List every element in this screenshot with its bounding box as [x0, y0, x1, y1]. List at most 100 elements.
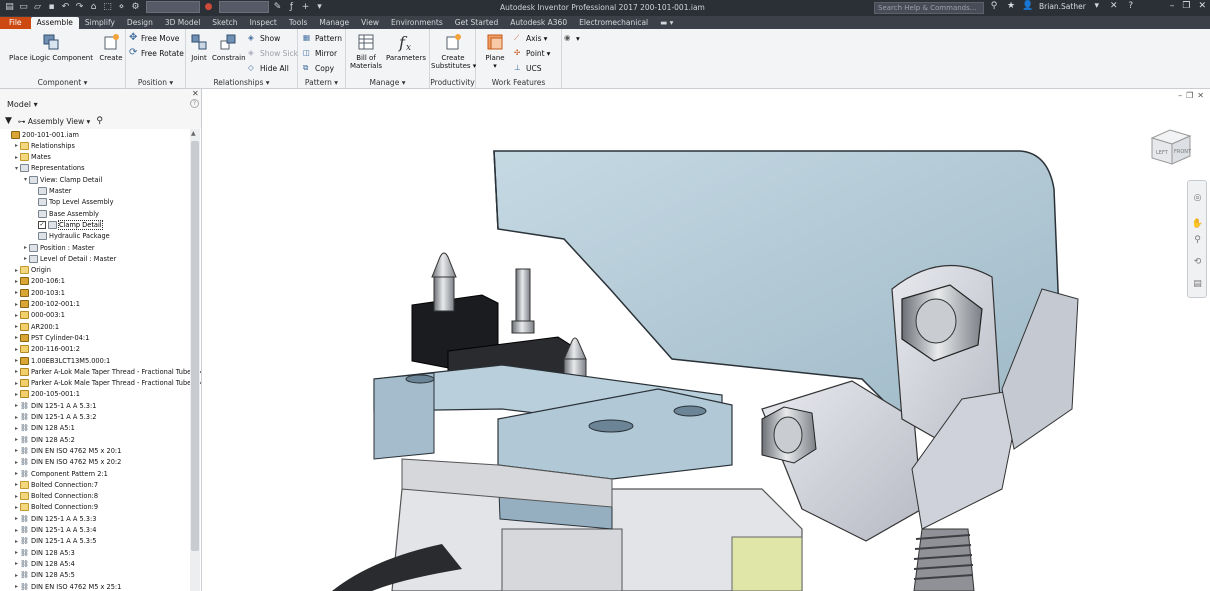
tree-node[interactable]: ▸ 200-103:1 [13, 287, 65, 298]
point-button[interactable]: ✣ Point ▾ [514, 48, 550, 58]
tree-node[interactable]: ▸ Relationships [13, 140, 75, 151]
tree-node[interactable]: ▸ ⛓ DIN 128 A5:5 [13, 570, 75, 581]
app-menu-icon[interactable]: ▤ [4, 1, 15, 13]
tree-node[interactable]: ▾ Representations [13, 163, 85, 174]
tab-tools[interactable]: Tools [283, 17, 313, 29]
save-icon[interactable]: ▪ [46, 1, 57, 13]
expand-icon[interactable]: ▸ [13, 493, 20, 500]
tree-node[interactable]: ▸ ⛓ DIN 125-1 A A 5.3:1 [13, 400, 96, 411]
minimize-icon[interactable]: – [1170, 1, 1175, 11]
expand-icon[interactable]: ▸ [13, 504, 20, 511]
tree-node[interactable]: ▸ Bolted Connection:7 [13, 479, 98, 490]
steering-wheel-icon[interactable]: ◎ [1191, 193, 1204, 206]
home-icon[interactable]: ⌂ [88, 1, 99, 13]
bill-of-materials-button[interactable]: Bill of Materials [348, 32, 384, 70]
tree-node[interactable]: ▸ Mates [13, 152, 51, 163]
tab-sketch[interactable]: Sketch [206, 17, 243, 29]
create-component-button[interactable]: Create [98, 32, 124, 62]
user-icon[interactable]: 👤 [1022, 1, 1034, 11]
tree-node[interactable]: ▸ ⛓ DIN EN ISO 4762 M5 x 20:1 [13, 445, 121, 456]
collapse-icon[interactable]: ▾ [13, 165, 20, 172]
viewcube[interactable]: LEFT FRONT [1148, 124, 1194, 168]
place-ilogic-component-button[interactable]: Place iLogic Component [8, 32, 94, 62]
expand-icon[interactable]: ▸ [13, 301, 20, 308]
color-icon[interactable]: ● [203, 1, 214, 13]
free-move-button[interactable]: ✥ Free Move [129, 33, 179, 43]
pattern-button[interactable]: ▦ Pattern [303, 33, 342, 43]
expand-icon[interactable]: ▸ [13, 538, 20, 545]
material-dropdown[interactable] [146, 1, 200, 13]
tree-node[interactable]: ▸ Bolted Connection:8 [13, 491, 98, 502]
look-at-icon[interactable]: ▤ [1191, 279, 1204, 292]
tree-node[interactable]: ▸ ⛓ DIN 128 A5:2 [13, 434, 75, 445]
expand-icon[interactable]: ▸ [13, 357, 20, 364]
collapse-icon[interactable]: ▾ [22, 176, 29, 183]
expand-icon[interactable]: ▸ [13, 289, 20, 296]
tree-node[interactable]: ▸ ⛓ DIN 125-1 A A 5.3:4 [13, 525, 96, 536]
tree-node[interactable]: Top Level Assembly [31, 197, 114, 208]
expand-icon[interactable]: ▸ [13, 278, 20, 285]
tree-node[interactable]: ▸ ⛓ DIN 128 A5:4 [13, 558, 75, 569]
tree-node[interactable]: ▸ 200-105-001:1 [13, 389, 80, 400]
browser-scrollbar[interactable]: ▲ [190, 129, 200, 591]
tab-inspect[interactable]: Inspect [244, 17, 283, 29]
tree-node[interactable]: ▸ ⛓ DIN 128 A5:1 [13, 423, 75, 434]
expand-icon[interactable]: ▸ [13, 391, 20, 398]
appearance-dropdown[interactable] [219, 1, 269, 13]
ribbon-options-button[interactable]: ◉ ▾ [564, 33, 580, 43]
expand-icon[interactable]: ▸ [13, 470, 20, 477]
scrollbar-thumb[interactable] [191, 141, 199, 551]
tree-node[interactable]: ▸ Bolted Connection:9 [13, 502, 98, 513]
show-button[interactable]: ◈ Show [248, 33, 280, 43]
tab-view[interactable]: View [355, 17, 385, 29]
minimize-view-icon[interactable]: – [1178, 91, 1182, 100]
open-file-icon[interactable]: ▱ [32, 1, 43, 13]
redo-icon[interactable]: ↷ [74, 1, 85, 13]
expand-icon[interactable]: ▸ [13, 560, 20, 567]
select-icon[interactable]: ⬚ [102, 1, 113, 13]
zoom-icon[interactable]: ⚲ [1191, 235, 1204, 248]
model-browser-title[interactable]: Model ▾ [7, 100, 38, 109]
tab-autodesk-a360[interactable]: Autodesk A360 [504, 17, 573, 29]
tree-node[interactable]: Hydraulic Package [31, 231, 110, 242]
tree-node[interactable]: ✓ Clamp Detail [31, 219, 103, 230]
constrain-button[interactable]: Constrain [212, 32, 246, 62]
ucs-button[interactable]: ⊥ UCS [514, 63, 542, 73]
close-view-icon[interactable]: ✕ [1197, 91, 1204, 100]
expand-icon[interactable]: ▸ [22, 255, 29, 262]
hide-all-button[interactable]: ◇ Hide All [248, 63, 289, 73]
filter-icon[interactable]: ▼ [5, 116, 12, 126]
expand-icon[interactable]: ▸ [13, 515, 20, 522]
group-label-component[interactable]: Component ▾ [0, 78, 125, 87]
expand-icon[interactable]: ▸ [13, 334, 20, 341]
restore-view-icon[interactable]: ❐ [1186, 91, 1193, 100]
settings-icon[interactable]: ⚙ [130, 1, 141, 13]
tree-node[interactable]: ▸ ⛓ Component Pattern 2:1 [13, 468, 108, 479]
expand-icon[interactable]: ▸ [13, 402, 20, 409]
tree-node[interactable]: ▸ Position : Master [22, 242, 95, 253]
help-icon[interactable]: ? [190, 99, 199, 108]
tree-node[interactable]: ▸ 1.00EB3LCT13M5.000:1 [13, 355, 110, 366]
tree-node[interactable]: ▸ 000-003:1 [13, 310, 65, 321]
tab-manage[interactable]: Manage [313, 17, 355, 29]
tree-node[interactable]: ▸ ⛓ DIN 128 A5:3 [13, 547, 75, 558]
formula-icon[interactable]: ƒ [286, 1, 297, 13]
close-icon[interactable]: ✕ [1198, 1, 1206, 11]
chevron-down-icon[interactable]: ▾ [1091, 1, 1103, 11]
tree-node[interactable]: ▸ Parker A-Lok Male Taper Thread - Fracti… [13, 366, 201, 377]
tab-environments[interactable]: Environments [385, 17, 449, 29]
group-label-pattern[interactable]: Pattern ▾ [298, 78, 345, 87]
expand-icon[interactable]: ▸ [13, 527, 20, 534]
tab-overflow-icon[interactable]: ▬ ▾ [654, 17, 679, 29]
expand-icon[interactable]: ▸ [13, 572, 20, 579]
expand-icon[interactable]: ▸ [13, 154, 20, 161]
customize-icon[interactable]: ▾ [314, 1, 325, 13]
measure-icon[interactable]: ✎ [272, 1, 283, 13]
expand-icon[interactable]: ▸ [13, 414, 20, 421]
show-sick-button[interactable]: ◈ Show Sick [248, 48, 298, 58]
expand-icon[interactable]: ▸ [13, 323, 20, 330]
group-label-position[interactable]: Position ▾ [126, 78, 185, 87]
new-file-icon[interactable]: ▭ [18, 1, 29, 13]
expand-icon[interactable]: ▸ [13, 549, 20, 556]
restore-icon[interactable]: ❐ [1182, 1, 1190, 11]
